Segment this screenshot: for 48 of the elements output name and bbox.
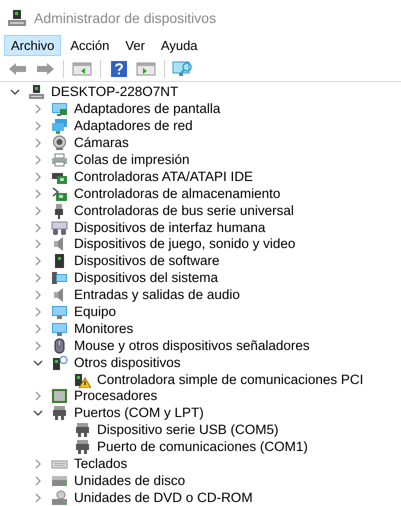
tree-item-label[interactable]: Teclados xyxy=(74,456,128,472)
port-connector-icon xyxy=(74,439,91,456)
tree-item-label[interactable]: Cámaras xyxy=(74,135,129,152)
system-monitor-icon xyxy=(51,270,68,286)
tree-item-label[interactable]: Adaptadores de red xyxy=(74,118,193,134)
processor-chip-icon xyxy=(51,388,68,404)
tree-item-label[interactable]: Dispositivos del sistema xyxy=(74,270,218,286)
tree-item-label[interactable]: Dispositivos de interfaz humana xyxy=(74,220,266,236)
menu-item[interactable]: Archivo xyxy=(4,34,62,56)
computer-icon xyxy=(8,10,26,26)
tree-item-label[interactable]: Dispositivo serie USB (COM5) xyxy=(97,422,279,438)
tree-item-label[interactable]: DESKTOP-228O7NT xyxy=(51,84,178,100)
menu-item[interactable]: Ayuda xyxy=(154,34,205,56)
tree-item-label[interactable]: Colas de impresión xyxy=(74,152,190,168)
warning-device-icon xyxy=(74,372,91,388)
window-title: Administrador de dispositivos xyxy=(34,8,216,28)
tree-item-label[interactable]: Controladoras de almacenamiento xyxy=(74,186,280,202)
tree-item-label[interactable]: Puerto de comunicaciones (COM1) xyxy=(97,439,308,456)
port-connector-icon xyxy=(74,422,91,438)
tree-item-label[interactable]: Mouse y otros dispositivos señaladores xyxy=(74,338,310,354)
network-icon xyxy=(51,118,68,134)
tree-item-label[interactable]: Equipo xyxy=(74,304,116,320)
tree-item-label[interactable]: Unidades de disco xyxy=(74,472,186,489)
tree-item-label[interactable]: Procesadores xyxy=(74,388,158,404)
tree-item-label[interactable]: Controladora simple de comunicaciones PCI xyxy=(97,372,364,388)
webcam-icon xyxy=(51,135,68,152)
computer-icon xyxy=(28,84,45,100)
monitor-icon xyxy=(51,101,68,118)
keyboard-mouse-icon xyxy=(51,220,68,236)
tree-item-label[interactable]: Controladoras de bus serie universal xyxy=(74,202,294,219)
storage-card-icon xyxy=(51,186,68,202)
tree-item-label[interactable]: Dispositivos de software xyxy=(74,253,220,270)
tree-item-label[interactable]: Adaptadores de pantalla xyxy=(74,101,220,118)
optical-drive-icon xyxy=(51,490,68,506)
tree-item-label[interactable]: Dispositivos de juego, sonido y video xyxy=(74,236,296,252)
port-connector-icon xyxy=(51,405,68,422)
tree-item-label[interactable]: Otros dispositivos xyxy=(74,354,181,371)
menu-item[interactable]: Ver xyxy=(118,34,152,56)
tree-item-label[interactable]: Unidades de DVD o CD-ROM xyxy=(74,490,253,506)
tree-item-label[interactable]: Puertos (COM y LPT) xyxy=(74,405,204,422)
tree-item-label[interactable]: Entradas y salidas de audio xyxy=(74,287,240,304)
menu-item[interactable]: Acción xyxy=(63,34,116,56)
printer-icon xyxy=(51,152,68,168)
tree-item-label[interactable]: Controladoras ATA/ATAPI IDE xyxy=(74,168,254,185)
unknown-device-icon xyxy=(51,354,68,371)
tree-item-label[interactable]: Monitores xyxy=(74,320,134,337)
monitor-icon xyxy=(51,304,68,320)
monitor-icon xyxy=(51,320,68,337)
